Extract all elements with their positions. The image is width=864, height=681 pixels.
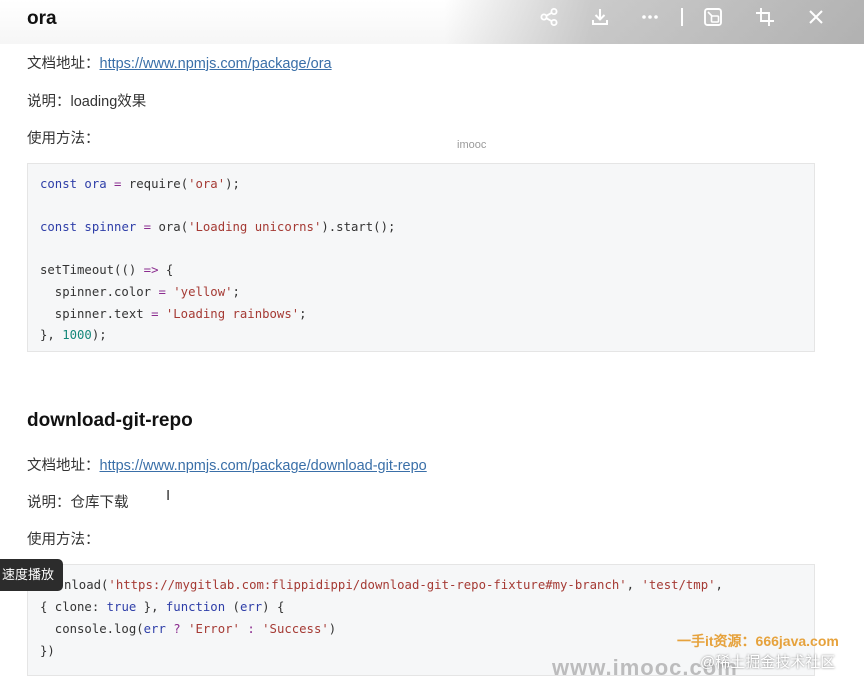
description-row: 说明：仓库下载 [27, 491, 129, 512]
text-cursor-icon: I [166, 487, 171, 504]
doc-address-row: 文档地址：https://www.npmjs.com/package/downl… [27, 454, 427, 475]
code-line: { clone: true }, function (err) { [40, 600, 285, 614]
doc-link-download-git-repo[interactable]: https://www.npmjs.com/package/download-g… [100, 458, 427, 474]
section-title-download-git-repo: download-git-repo [27, 410, 193, 431]
code-line: }) [40, 644, 55, 658]
description-label: 说明： [27, 495, 71, 511]
doc-address-label: 文档地址： [27, 56, 100, 72]
code-line: setTimeout(() => { [40, 263, 174, 277]
juejin-watermark: @稀土掘金技术社区 [700, 654, 836, 671]
code-line: nload('https://mygitlab.com:flippidippi/… [64, 578, 723, 592]
code-block-ora: const ora = require('ora'); const spinne… [27, 163, 815, 352]
imooc-watermark: imooc [457, 139, 487, 151]
section-title-ora: ora [27, 8, 57, 29]
doc-address-label: 文档地址： [27, 458, 100, 474]
doc-link-ora[interactable]: https://www.npmjs.com/package/ora [100, 56, 332, 72]
description-label: 说明： [27, 94, 71, 110]
code-line: spinner.color = 'yellow'; [40, 285, 240, 299]
resource-watermark: 一手it资源：666java.com [677, 633, 839, 649]
download-icon[interactable] [587, 4, 613, 30]
crop-icon[interactable] [752, 4, 778, 30]
description-row: 说明：loading效果 [27, 90, 146, 111]
code-line: const spinner = ora('Loading unicorns').… [40, 220, 396, 234]
description-text: loading效果 [70, 94, 147, 110]
code-line: }, 1000); [40, 328, 107, 342]
more-icon[interactable] [637, 4, 663, 30]
code-line: spinner.text = 'Loading rainbows'; [40, 307, 307, 321]
usage-label: 使用方法： [27, 532, 100, 548]
code-line: console.log(err ? 'Error' : 'Success') [40, 622, 337, 636]
video-toolbar [530, 4, 829, 30]
toolbar-divider [681, 8, 683, 26]
doc-address-row: 文档地址：https://www.npmjs.com/package/ora [27, 52, 332, 73]
close-icon[interactable] [803, 4, 829, 30]
picture-in-picture-icon[interactable] [700, 4, 726, 30]
description-text: 仓库下载 [70, 495, 129, 511]
speed-tooltip: 速度播放 [0, 559, 63, 591]
code-line: const ora = require('ora'); [40, 177, 240, 191]
share-icon[interactable] [536, 4, 562, 30]
usage-label: 使用方法： [27, 131, 100, 147]
